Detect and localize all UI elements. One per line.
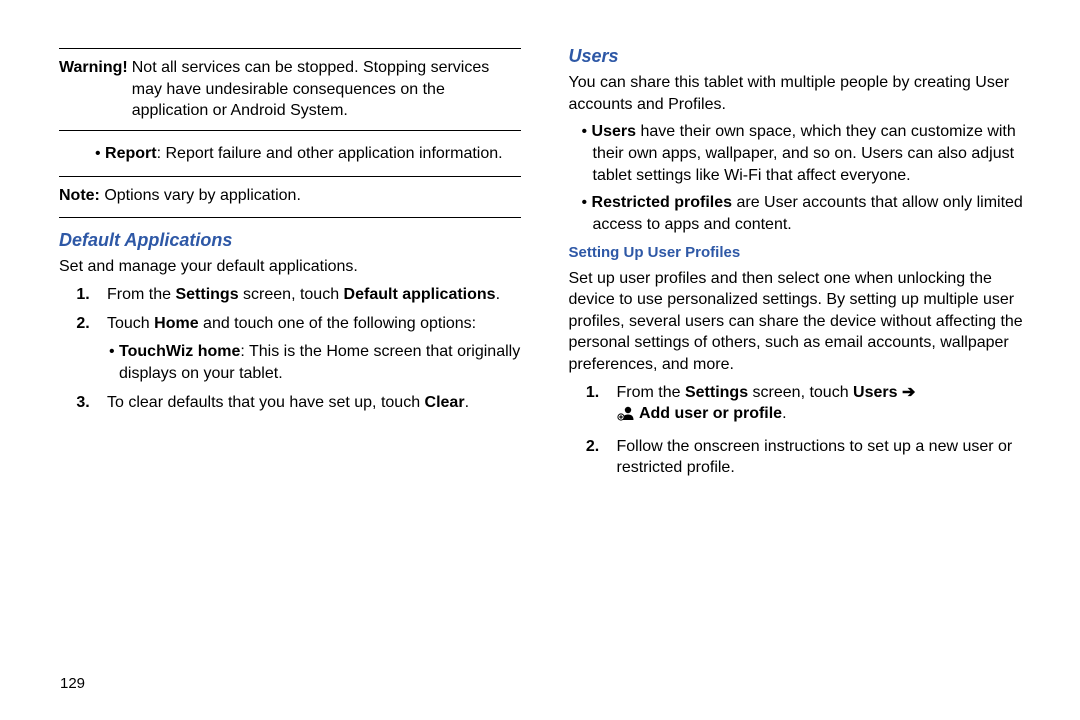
users-bullet-restricted: Restricted profiles are User accounts th… [593,192,1031,235]
profiles-step-2: Follow the onscreen instructions to set … [613,436,1031,479]
step-2-subitem: TouchWiz home: This is the Home screen t… [107,341,521,384]
users-intro: You can share this tablet with multiple … [569,72,1031,115]
step-3: To clear defaults that you have set up, … [103,392,521,414]
arrow-icon: ➔ [898,384,916,401]
note-text: Options vary by application. [100,187,301,204]
add-user-or-profile-label: Add user or profile [639,405,782,422]
report-label: Report [105,145,157,162]
step-2: Touch Home and touch one of the followin… [103,313,521,384]
default-apps-steps: From the Settings screen, touch Default … [59,284,521,414]
report-text: : Report failure and other application i… [157,145,503,162]
step-1: From the Settings screen, touch Default … [103,284,521,306]
users-bullet-users: Users have their own space, which they c… [593,121,1031,186]
default-apps-intro: Set and manage your default applications… [59,256,521,278]
subsection-setting-up-user-profiles: Setting Up User Profiles [569,243,1031,263]
report-bullet: Report: Report failure and other applica… [59,131,521,177]
warning-text: Not all services can be stopped. Stoppin… [132,57,521,122]
note-block: Note: Options vary by application. [59,177,521,217]
profiles-step-1: From the Settings screen, touch Users ➔ … [613,382,1031,428]
user-profiles-intro: Set up user profiles and then select one… [569,268,1031,376]
manual-page: Warning! Not all services can be stopped… [0,0,1080,720]
user-profiles-steps: From the Settings screen, touch Users ➔ … [569,382,1031,479]
section-users-title: Users [569,44,1031,68]
left-column: Warning! Not all services can be stopped… [59,48,521,704]
add-user-icon [617,405,635,428]
page-number: 129 [60,675,85,692]
right-column: Users You can share this tablet with mul… [569,48,1031,704]
section-default-applications-title: Default Applications [59,228,521,252]
note-bottom-rule [59,217,521,218]
warning-block: Warning! Not all services can be stopped… [59,49,521,130]
users-bullets: Users have their own space, which they c… [569,121,1031,235]
note-label: Note: [59,187,100,204]
warning-label: Warning! [59,57,132,122]
